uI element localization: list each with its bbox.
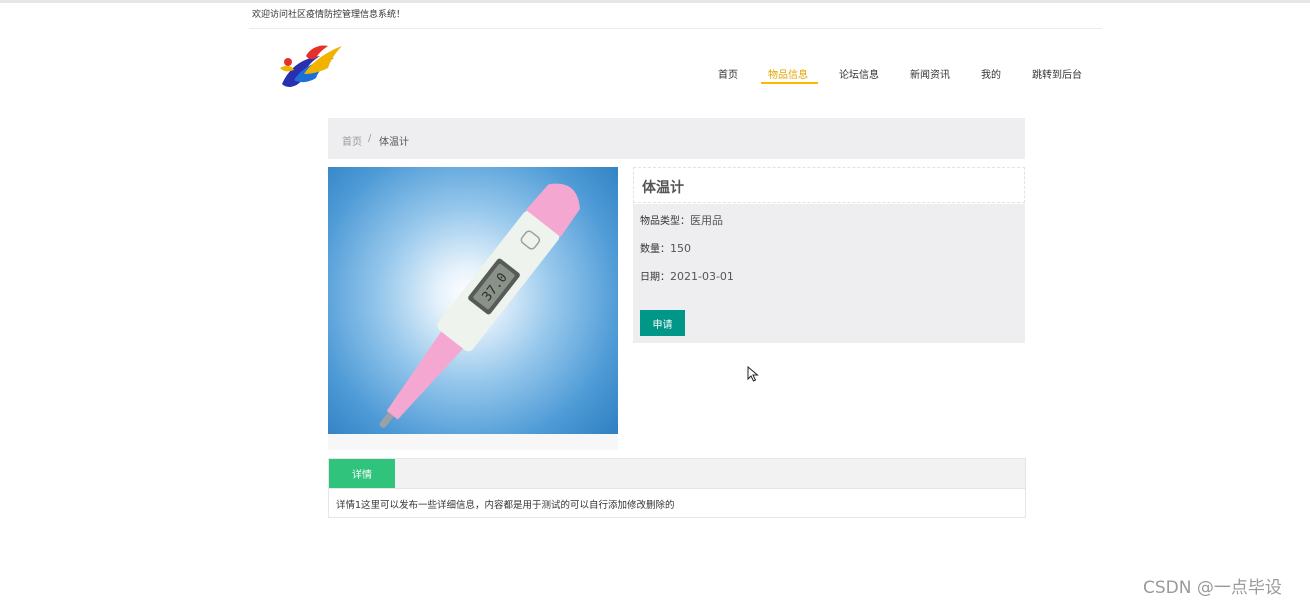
nav-admin[interactable]: 跳转到后台	[1032, 66, 1082, 81]
thermometer-icon: 37.0	[379, 183, 580, 428]
watermark: CSDN @一点毕设	[1143, 578, 1282, 598]
tab-details-content: 详情1这里可以发布一些详细信息，内容都是用于测试的可以自行添加修改删除的	[336, 500, 675, 511]
tab-details[interactable]: 详情	[329, 459, 395, 488]
breadcrumb-separator: /	[368, 133, 372, 144]
site-logo[interactable]	[276, 40, 346, 94]
nav-home[interactable]: 首页	[718, 66, 738, 81]
product-photo[interactable]: 37.0	[328, 167, 618, 434]
product-title: 体温计	[642, 180, 684, 196]
product-type-value: 医用品	[690, 214, 723, 227]
mouse-cursor-icon	[747, 366, 759, 382]
product-title-box: 体温计	[633, 167, 1025, 203]
nav-mine[interactable]: 我的	[981, 66, 1001, 81]
header-divider	[249, 28, 1102, 29]
product-type-row: 物品类型：医用品	[640, 212, 723, 228]
breadcrumb-current: 体温计	[379, 137, 409, 148]
product-type-label: 物品类型：	[640, 216, 690, 227]
apply-button[interactable]: 申请	[640, 310, 685, 336]
breadcrumb-home[interactable]: 首页	[342, 133, 362, 148]
product-quantity-value: 150	[670, 242, 691, 255]
product-quantity-label: 数量：	[640, 244, 670, 255]
product-date-row: 日期：2021-03-01	[640, 268, 734, 283]
product-date-label: 日期：	[640, 272, 670, 283]
product-date-value: 2021-03-01	[670, 270, 734, 283]
detail-tabs: 详情 详情1这里可以发布一些详细信息，内容都是用于测试的可以自行添加修改删除的	[328, 458, 1026, 518]
nav-goods-info[interactable]: 物品信息	[768, 66, 808, 81]
nav-forum[interactable]: 论坛信息	[839, 66, 879, 81]
breadcrumb: 首页 / 体温计	[328, 118, 1025, 159]
nav-active-indicator	[761, 82, 818, 84]
nav-news[interactable]: 新闻资讯	[910, 66, 950, 81]
product-quantity-row: 数量：150	[640, 240, 691, 255]
tab-header: 详情	[329, 459, 1025, 489]
product-photo-card: 37.0	[328, 167, 618, 450]
welcome-text: 欢迎访问社区疫情防控管理信息系统！	[252, 10, 406, 20]
top-border	[0, 0, 1310, 3]
product-info-panel: 物品类型：医用品 数量：150 日期：2021-03-01 申请	[633, 204, 1025, 343]
